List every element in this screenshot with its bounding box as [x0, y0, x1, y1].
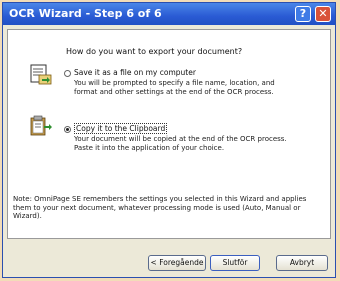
clipboard-icon: [30, 115, 52, 136]
copy-to-clipboard-label[interactable]: Copy it to the Clipboard: [74, 123, 168, 134]
save-as-file-description: You will be prompted to specify a file n…: [74, 79, 275, 96]
back-button[interactable]: < Foregående: [148, 255, 206, 271]
save-to-file-icon: [30, 64, 52, 85]
copy-to-clipboard-label-text: Copy it to the Clipboard: [74, 123, 168, 134]
window-title: OCR Wizard - Step 6 of 6: [9, 7, 162, 20]
help-button[interactable]: ?: [295, 6, 311, 22]
save-as-file-radio[interactable]: [64, 70, 71, 77]
wizard-content-panel: How do you want to export your document?…: [7, 29, 331, 239]
ocr-wizard-window: OCR Wizard - Step 6 of 6 ? ✕ How do you …: [2, 2, 336, 278]
save-as-file-label[interactable]: Save it as a file on my computer: [74, 68, 196, 77]
close-button[interactable]: ✕: [315, 6, 331, 22]
question-text: How do you want to export your document?: [66, 47, 243, 56]
copy-to-clipboard-radio[interactable]: [64, 126, 71, 133]
wizard-note: Note: OmniPage SE remembers the settings…: [13, 195, 307, 220]
finish-button[interactable]: Slutför: [210, 255, 260, 271]
copy-to-clipboard-description: Your document will be copied at the end …: [74, 135, 287, 152]
title-bar: OCR Wizard - Step 6 of 6 ? ✕: [3, 3, 335, 25]
cancel-button[interactable]: Avbryt: [276, 255, 328, 271]
